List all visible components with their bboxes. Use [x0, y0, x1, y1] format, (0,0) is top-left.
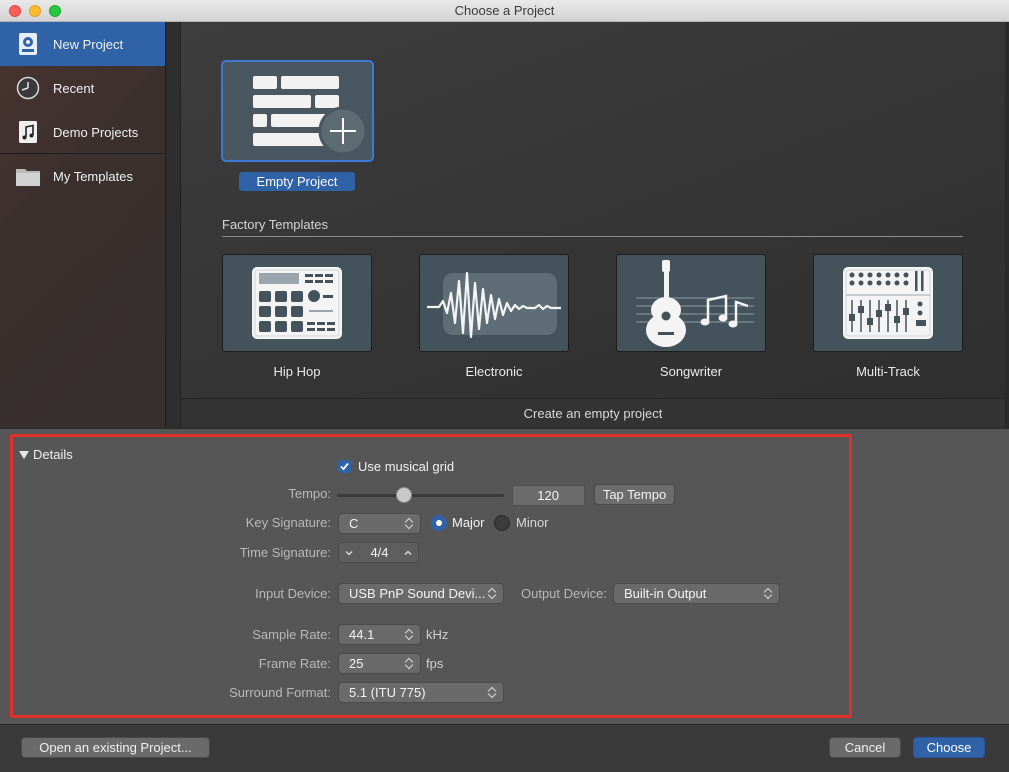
- minor-label: Minor: [516, 515, 549, 530]
- template-label-multi-track: Multi-Track: [856, 364, 920, 379]
- sidebar-item-label: New Project: [53, 36, 124, 52]
- drum-machine-icon: [252, 267, 342, 339]
- popup-arrows-icon: [406, 627, 414, 642]
- checkmark-icon: [340, 462, 349, 471]
- choose-button[interactable]: Choose: [913, 737, 985, 758]
- template-multi-track[interactable]: [813, 254, 963, 352]
- time-signature-label: Time Signature:: [239, 545, 331, 560]
- tempo-label: Tempo:: [288, 486, 331, 501]
- minor-radio[interactable]: [494, 515, 510, 531]
- title-bar: Choose a Project: [0, 0, 1009, 22]
- template-label-songwriter: Songwriter: [659, 364, 723, 379]
- sidebar-item-my-templates[interactable]: My Templates: [0, 154, 165, 198]
- sidebar-item-demo-projects[interactable]: Demo Projects: [0, 110, 165, 154]
- popup-arrows-icon: [406, 656, 414, 671]
- template-description: Create an empty project: [181, 398, 1005, 428]
- tap-tempo-button[interactable]: Tap Tempo: [594, 484, 675, 505]
- empty-project-icon: [253, 76, 368, 156]
- details-disclosure[interactable]: Details: [19, 447, 73, 462]
- tempo-field[interactable]: 120: [512, 485, 585, 506]
- window-title: Choose a Project: [454, 3, 555, 18]
- sidebar-item-label: Recent: [53, 80, 95, 96]
- radio-dot-icon: [436, 520, 442, 526]
- key-signature-label: Key Signature:: [245, 515, 331, 530]
- popup-arrows-icon: [489, 685, 497, 700]
- new-project-icon: [15, 31, 41, 57]
- music-document-icon: [15, 119, 41, 145]
- folder-icon: [15, 163, 41, 189]
- chevron-up-icon[interactable]: [403, 547, 413, 558]
- details-panel: [0, 428, 1009, 724]
- details-title: Details: [33, 447, 73, 462]
- tempo-slider[interactable]: [337, 487, 504, 503]
- output-device-label: Output Device:: [521, 586, 607, 601]
- template-electronic[interactable]: [419, 254, 569, 352]
- input-device-popup[interactable]: USB PnP Sound Devi...: [338, 583, 504, 604]
- sample-rate-label: Sample Rate:: [252, 627, 331, 642]
- major-label: Major: [452, 515, 485, 530]
- frame-rate-value: 25: [349, 656, 364, 671]
- empty-project-tile[interactable]: [221, 60, 374, 162]
- open-existing-project-button[interactable]: Open an existing Project...: [21, 737, 210, 758]
- cancel-button[interactable]: Cancel: [829, 737, 901, 758]
- template-label-electronic: Electronic: [465, 364, 523, 379]
- guitar-icon: [636, 260, 754, 347]
- factory-templates-title: Factory Templates: [222, 217, 328, 232]
- template-songwriter[interactable]: [616, 254, 766, 352]
- key-signature-popup[interactable]: C: [338, 513, 421, 534]
- frame-rate-popup[interactable]: 25: [338, 653, 421, 674]
- time-signature-stepper[interactable]: 4/4: [338, 542, 419, 563]
- use-musical-grid-checkbox[interactable]: [338, 460, 351, 473]
- empty-project-label[interactable]: Empty Project: [239, 172, 355, 191]
- sidebar-item-label: My Templates: [53, 168, 133, 184]
- sidebar-item-label: Demo Projects: [53, 124, 139, 140]
- popup-arrows-icon: [765, 586, 773, 601]
- surround-format-label: Surround Format:: [229, 685, 331, 700]
- tempo-slider-track: [337, 494, 504, 497]
- input-device-value: USB PnP Sound Devi...: [349, 586, 486, 601]
- output-device-popup[interactable]: Built-in Output: [613, 583, 780, 604]
- sample-rate-value: 44.1: [349, 627, 375, 642]
- surround-format-popup[interactable]: 5.1 (ITU 775): [338, 682, 504, 703]
- key-signature-value: C: [349, 516, 359, 531]
- disclosure-triangle-icon: [19, 450, 29, 459]
- popup-arrows-icon: [489, 586, 497, 601]
- template-browser: Empty Project Factory Templates Hip Hop …: [181, 22, 1005, 398]
- frame-rate-label: Frame Rate:: [258, 656, 331, 671]
- use-musical-grid-label: Use musical grid: [358, 459, 455, 474]
- sample-rate-popup[interactable]: 44.1: [338, 624, 421, 645]
- input-device-label: Input Device:: [255, 586, 331, 601]
- mixer-icon: [843, 267, 933, 339]
- major-radio[interactable]: [431, 515, 447, 531]
- sidebar: New Project Recent Demo Projects My Temp…: [0, 22, 166, 428]
- template-label-hip-hop: Hip Hop: [273, 364, 321, 379]
- sidebar-item-new-project[interactable]: New Project: [0, 22, 165, 66]
- clock-icon: [15, 75, 41, 101]
- waveform-icon: [427, 271, 561, 339]
- dialog-footer: Open an existing Project... Cancel Choos…: [0, 724, 1009, 772]
- popup-arrows-icon: [406, 516, 414, 531]
- tempo-slider-knob[interactable]: [396, 487, 412, 503]
- sample-rate-unit: kHz: [426, 627, 449, 642]
- frame-rate-unit: fps: [426, 656, 444, 671]
- factory-templates-divider: [222, 236, 963, 237]
- sidebar-item-recent[interactable]: Recent: [0, 66, 165, 110]
- surround-format-value: 5.1 (ITU 775): [349, 685, 426, 700]
- sidebar-splitter[interactable]: [166, 22, 181, 428]
- template-hip-hop[interactable]: [222, 254, 372, 352]
- output-device-value: Built-in Output: [624, 586, 707, 601]
